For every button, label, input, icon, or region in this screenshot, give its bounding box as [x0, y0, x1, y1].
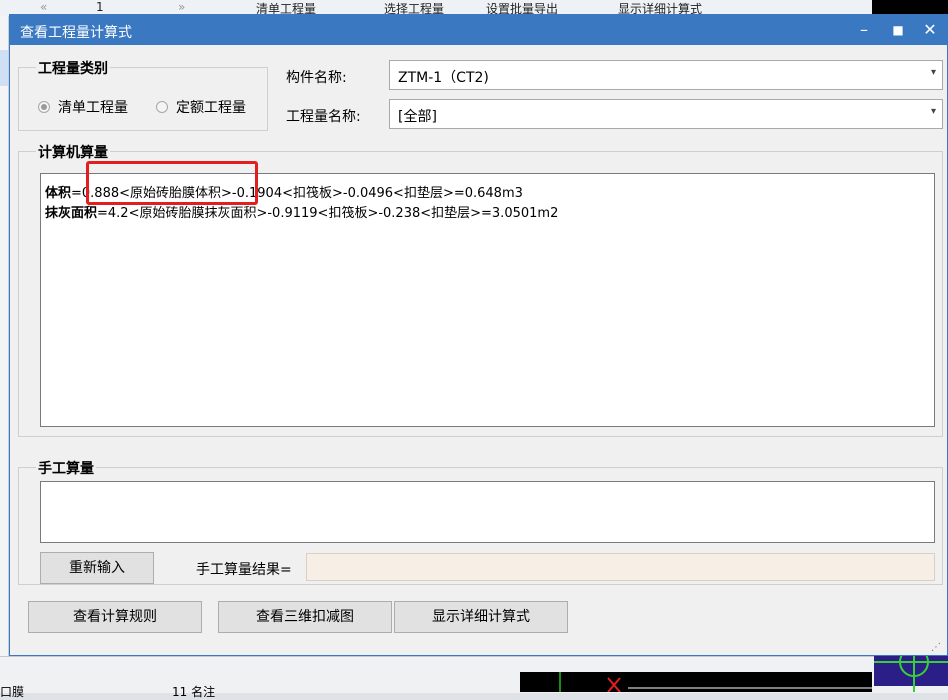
manual-result-label: 手工算量结果=: [196, 562, 292, 578]
quantity-type-label: 工程量类别: [36, 58, 110, 78]
radio-unselected-icon: [156, 101, 168, 113]
close-icon[interactable]: ✕: [913, 15, 947, 45]
component-name-value: ZTM-1（CT2): [398, 70, 489, 86]
dialog-title-bar[interactable]: 查看工程量计算式 – ■ ✕: [10, 15, 947, 45]
radio-bill-quantity-label: 清单工程量: [58, 100, 128, 116]
reenter-button[interactable]: 重新输入: [40, 552, 154, 584]
radio-selected-icon: [38, 101, 50, 113]
calc-line-plaster-area-name: 抹灰面积: [45, 206, 98, 221]
radio-quota-quantity-label: 定额工程量: [176, 100, 246, 116]
calc-formula-dialog: 查看工程量计算式 – ■ ✕ 工程量类别 清单工程量 定额工程量 构件名称: Z…: [9, 14, 948, 656]
resize-grip-icon[interactable]: ⋰: [931, 642, 941, 653]
quantity-name-label: 工程量名称:: [286, 109, 361, 125]
cad-viewport-bottom[interactable]: [520, 672, 872, 693]
quantity-name-select[interactable]: [全部] ▾: [389, 99, 943, 129]
show-detail-formula-button[interactable]: 显示详细计算式: [394, 601, 568, 633]
radio-quota-quantity[interactable]: 定额工程量: [156, 97, 246, 117]
page-number[interactable]: 1: [96, 0, 104, 14]
quantity-name-value: [全部]: [398, 109, 437, 125]
computer-calc-label: 计算机算量: [36, 142, 110, 162]
manual-calc-label: 手工算量: [36, 458, 96, 478]
minimize-icon[interactable]: –: [847, 15, 881, 45]
red-highlight-box: [86, 161, 258, 205]
view-rules-button[interactable]: 查看计算规则: [28, 601, 202, 633]
calc-line-volume-name: 体积: [45, 186, 72, 201]
chevron-down-icon: ▾: [930, 67, 936, 78]
manual-result-field: [306, 553, 935, 581]
nav-forward-icon[interactable]: »: [178, 0, 185, 14]
component-name-label: 构件名称:: [286, 70, 347, 86]
cad-drawing: [559, 672, 872, 693]
nav-back-icon[interactable]: «: [40, 0, 47, 14]
manual-calc-textarea[interactable]: [40, 481, 935, 543]
maximize-icon[interactable]: ■: [881, 15, 915, 45]
background-selected-row: [0, 50, 8, 86]
chevron-down-icon: ▾: [930, 106, 936, 117]
calc-line-plaster-area-expr: =4.2<原始砖胎膜抹灰面积>-0.9119<扣筏板>-0.238<扣垫层>=3…: [97, 206, 559, 221]
dialog-title: 查看工程量计算式: [20, 25, 132, 41]
radio-bill-quantity[interactable]: 清单工程量: [38, 97, 128, 117]
background-left-panel: [0, 16, 9, 656]
component-name-select[interactable]: ZTM-1（CT2) ▾: [389, 60, 943, 90]
view-3d-deduction-button[interactable]: 查看三维扣减图: [218, 601, 392, 633]
computer-calc-textarea[interactable]: 体积=0.888<原始砖胎膜体积>-0.1904<扣筏板>-0.0496<扣垫层…: [40, 173, 935, 427]
